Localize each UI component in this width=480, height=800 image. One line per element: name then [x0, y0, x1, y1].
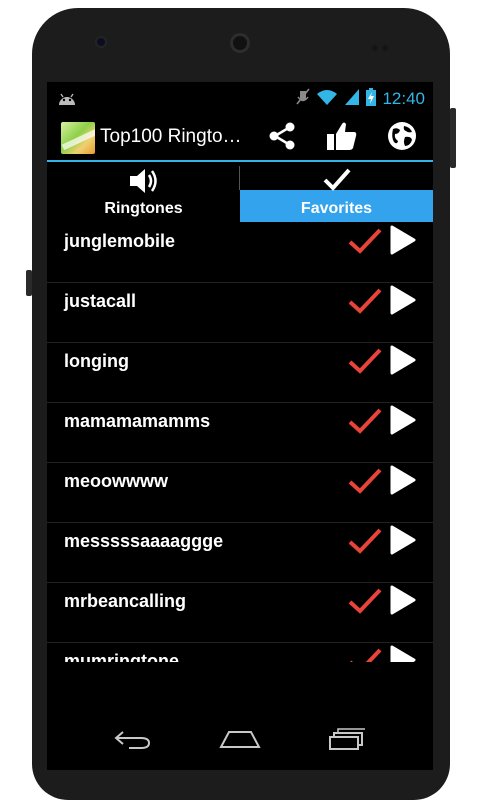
- ringtone-name: junglemobile: [64, 231, 176, 251]
- ringtone-list: junglemobile justacall longing mamamamam…: [47, 222, 433, 662]
- favorite-checkmark-icon[interactable]: [347, 286, 383, 321]
- signal-icon: [344, 88, 360, 111]
- navigation-bar: [47, 712, 433, 770]
- mute-icon: [296, 88, 311, 111]
- volume-button: [26, 270, 32, 296]
- power-button: [450, 108, 456, 168]
- share-icon: [266, 120, 298, 157]
- favorite-checkmark-icon[interactable]: [347, 406, 383, 441]
- list-item[interactable]: justacall: [47, 282, 433, 343]
- favorite-checkmark-icon[interactable]: [347, 226, 383, 261]
- app-logo[interactable]: [61, 122, 95, 154]
- tab-favorites[interactable]: Favorites: [240, 164, 433, 222]
- ringtone-name: mrbeancalling: [64, 591, 187, 611]
- play-icon[interactable]: [389, 524, 417, 561]
- play-icon[interactable]: [389, 464, 417, 501]
- tab-bar: Ringtones Favorites: [47, 164, 433, 222]
- list-item[interactable]: mrbeancalling: [47, 582, 433, 643]
- ringtone-name: justacall: [64, 291, 137, 311]
- tab-divider: [239, 166, 240, 190]
- favorite-checkmark-icon[interactable]: [347, 646, 383, 662]
- back-icon: [113, 728, 153, 755]
- play-icon[interactable]: [389, 224, 417, 261]
- earpiece-speaker: [230, 33, 250, 53]
- website-button[interactable]: [384, 120, 420, 156]
- recent-apps-icon: [328, 727, 366, 755]
- favorite-checkmark-icon[interactable]: [347, 586, 383, 621]
- play-icon[interactable]: [389, 404, 417, 441]
- play-icon[interactable]: [389, 344, 417, 381]
- ringtone-name: meoowwww: [64, 471, 169, 491]
- play-icon[interactable]: [389, 584, 417, 621]
- wifi-icon: [316, 88, 338, 111]
- list-item[interactable]: junglemobile: [47, 222, 433, 283]
- list-item[interactable]: messsssaaaaggge: [47, 522, 433, 583]
- tab-label: Ringtones: [104, 200, 183, 217]
- share-button[interactable]: [264, 120, 300, 156]
- list-item[interactable]: mumringtone: [47, 642, 433, 662]
- favorite-checkmark-icon[interactable]: [347, 346, 383, 381]
- tab-ringtones[interactable]: Ringtones: [47, 164, 240, 222]
- android-icon: [57, 92, 77, 111]
- play-icon[interactable]: [389, 644, 417, 662]
- globe-icon: [386, 120, 418, 157]
- action-bar-divider: [47, 160, 433, 162]
- ringtone-name: mamamamamms: [64, 411, 211, 431]
- action-bar: Top100 Ringto…: [47, 116, 433, 160]
- recent-apps-button[interactable]: [325, 726, 369, 756]
- home-icon: [219, 729, 261, 754]
- status-bar: 12:40: [47, 82, 433, 116]
- favorite-checkmark-icon[interactable]: [347, 466, 383, 501]
- like-button[interactable]: [324, 120, 360, 156]
- proximity-sensor: [372, 38, 394, 51]
- tab-label: Favorites: [300, 200, 373, 217]
- ringtone-name: mumringtone: [64, 651, 179, 662]
- list-item[interactable]: longing: [47, 342, 433, 403]
- speaker-icon: [128, 166, 160, 201]
- ringtone-name: messsssaaaaggge: [64, 531, 224, 551]
- status-icons: 12:40: [296, 87, 425, 111]
- play-icon[interactable]: [389, 284, 417, 321]
- screen: 12:40 Top100 Ringto… Ringtones Favorites…: [47, 82, 433, 770]
- list-item[interactable]: meoowwww: [47, 462, 433, 523]
- ringtone-name: longing: [64, 351, 129, 371]
- favorite-checkmark-icon[interactable]: [347, 526, 383, 561]
- app-title: Top100 Ringto…: [100, 126, 240, 147]
- clock: 12:40: [382, 89, 425, 108]
- battery-charging-icon: [366, 87, 377, 111]
- back-button[interactable]: [111, 726, 155, 756]
- home-button[interactable]: [218, 726, 262, 756]
- list-item[interactable]: mamamamamms: [47, 402, 433, 463]
- checkmark-icon: [321, 166, 353, 199]
- thumbs-up-icon: [325, 120, 359, 157]
- front-camera: [97, 38, 105, 46]
